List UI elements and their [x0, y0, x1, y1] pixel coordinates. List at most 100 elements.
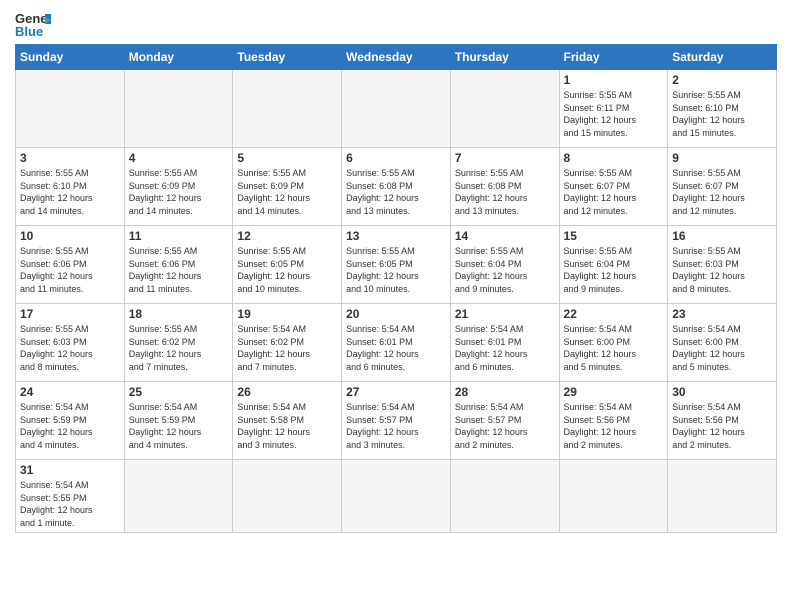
calendar-day-cell: 26 Sunrise: 5:54 AMSunset: 5:58 PMDayligh…	[233, 382, 342, 460]
day-info: Sunrise: 5:55 AMSunset: 6:05 PMDaylight:…	[237, 245, 337, 295]
calendar-day-cell	[450, 70, 559, 148]
day-number: 22	[564, 307, 664, 321]
day-info: Sunrise: 5:54 AMSunset: 5:59 PMDaylight:…	[129, 401, 229, 451]
calendar-day-cell: 21 Sunrise: 5:54 AMSunset: 6:01 PMDayligh…	[450, 304, 559, 382]
day-number: 24	[20, 385, 120, 399]
day-number: 25	[129, 385, 229, 399]
calendar-day-cell: 13Sunrise: 5:55 AMSunset: 6:05 PMDayligh…	[342, 226, 451, 304]
calendar-day-cell: 17 Sunrise: 5:55 AMSunset: 6:03 PMDayligh…	[16, 304, 125, 382]
day-info: Sunrise: 5:55 AMSunset: 6:07 PMDaylight:…	[672, 167, 772, 217]
day-info: Sunrise: 5:54 AMSunset: 5:57 PMDaylight:…	[455, 401, 555, 451]
day-number: 8	[564, 151, 664, 165]
calendar-day-cell: 30 Sunrise: 5:54 AMSunset: 5:56 PMDayligh…	[668, 382, 777, 460]
calendar-week-row: 24 Sunrise: 5:54 AMSunset: 5:59 PMDayligh…	[16, 382, 777, 460]
calendar-day-cell	[342, 460, 451, 533]
day-number: 27	[346, 385, 446, 399]
day-number: 21	[455, 307, 555, 321]
day-number: 10	[20, 229, 120, 243]
calendar-day-cell	[124, 70, 233, 148]
day-of-week-header: Friday	[559, 45, 668, 70]
calendar-week-row: 3 Sunrise: 5:55 AMSunset: 6:10 PMDaylight…	[16, 148, 777, 226]
day-of-week-header: Saturday	[668, 45, 777, 70]
day-info: Sunrise: 5:54 AMSunset: 6:02 PMDaylight:…	[237, 323, 337, 373]
header: General Blue	[15, 10, 777, 38]
calendar-day-cell	[450, 460, 559, 533]
calendar-day-cell	[16, 70, 125, 148]
calendar-day-cell: 23Sunrise: 5:54 AMSunset: 6:00 PMDayligh…	[668, 304, 777, 382]
day-info: Sunrise: 5:55 AMSunset: 6:11 PMDaylight:…	[564, 89, 664, 139]
calendar-week-row: 31Sunrise: 5:54 AMSunset: 5:55 PMDayligh…	[16, 460, 777, 533]
calendar-day-cell: 20 Sunrise: 5:54 AMSunset: 6:01 PMDayligh…	[342, 304, 451, 382]
calendar-day-cell	[233, 460, 342, 533]
calendar-day-cell: 25 Sunrise: 5:54 AMSunset: 5:59 PMDayligh…	[124, 382, 233, 460]
day-number: 12	[237, 229, 337, 243]
day-info: Sunrise: 5:55 AMSunset: 6:10 PMDaylight:…	[20, 167, 120, 217]
day-info: Sunrise: 5:54 AMSunset: 6:01 PMDaylight:…	[346, 323, 446, 373]
day-info: Sunrise: 5:55 AMSunset: 6:06 PMDaylight:…	[20, 245, 120, 295]
day-number: 11	[129, 229, 229, 243]
calendar-page: General Blue SundayMondayTuesdayWednesda…	[0, 0, 792, 543]
day-info: Sunrise: 5:54 AMSunset: 5:58 PMDaylight:…	[237, 401, 337, 451]
day-info: Sunrise: 5:55 AMSunset: 6:03 PMDaylight:…	[20, 323, 120, 373]
calendar-day-cell: 24 Sunrise: 5:54 AMSunset: 5:59 PMDayligh…	[16, 382, 125, 460]
day-number: 31	[20, 463, 120, 477]
day-number: 17	[20, 307, 120, 321]
day-number: 28	[455, 385, 555, 399]
day-number: 14	[455, 229, 555, 243]
day-number: 18	[129, 307, 229, 321]
day-number: 5	[237, 151, 337, 165]
calendar-day-cell: 5 Sunrise: 5:55 AMSunset: 6:09 PMDaylight…	[233, 148, 342, 226]
calendar-week-row: 10 Sunrise: 5:55 AMSunset: 6:06 PMDayligh…	[16, 226, 777, 304]
calendar-table: SundayMondayTuesdayWednesdayThursdayFrid…	[15, 44, 777, 533]
calendar-day-cell: 28 Sunrise: 5:54 AMSunset: 5:57 PMDayligh…	[450, 382, 559, 460]
day-number: 1	[564, 73, 664, 87]
day-number: 6	[346, 151, 446, 165]
day-info: Sunrise: 5:54 AMSunset: 5:57 PMDaylight:…	[346, 401, 446, 451]
calendar-day-cell: 2Sunrise: 5:55 AMSunset: 6:10 PMDaylight…	[668, 70, 777, 148]
day-number: 26	[237, 385, 337, 399]
logo: General Blue	[15, 10, 51, 38]
calendar-day-cell: 8 Sunrise: 5:55 AMSunset: 6:07 PMDaylight…	[559, 148, 668, 226]
day-info: Sunrise: 5:54 AMSunset: 5:59 PMDaylight:…	[20, 401, 120, 451]
calendar-day-cell	[342, 70, 451, 148]
calendar-week-row: 1 Sunrise: 5:55 AMSunset: 6:11 PMDaylight…	[16, 70, 777, 148]
day-number: 29	[564, 385, 664, 399]
day-number: 30	[672, 385, 772, 399]
day-info: Sunrise: 5:55 AMSunset: 6:02 PMDaylight:…	[129, 323, 229, 373]
day-of-week-header: Wednesday	[342, 45, 451, 70]
calendar-day-cell: 10 Sunrise: 5:55 AMSunset: 6:06 PMDayligh…	[16, 226, 125, 304]
day-info: Sunrise: 5:54 AMSunset: 6:00 PMDaylight:…	[564, 323, 664, 373]
calendar-day-cell: 9 Sunrise: 5:55 AMSunset: 6:07 PMDaylight…	[668, 148, 777, 226]
day-number: 15	[564, 229, 664, 243]
day-number: 9	[672, 151, 772, 165]
day-info: Sunrise: 5:55 AMSunset: 6:08 PMDaylight:…	[455, 167, 555, 217]
calendar-day-cell: 12 Sunrise: 5:55 AMSunset: 6:05 PMDayligh…	[233, 226, 342, 304]
day-of-week-header: Monday	[124, 45, 233, 70]
calendar-day-cell: 31Sunrise: 5:54 AMSunset: 5:55 PMDayligh…	[16, 460, 125, 533]
calendar-day-cell: 3 Sunrise: 5:55 AMSunset: 6:10 PMDaylight…	[16, 148, 125, 226]
day-info: Sunrise: 5:55 AMSunset: 6:09 PMDaylight:…	[237, 167, 337, 217]
day-info: Sunrise: 5:55 AMSunset: 6:07 PMDaylight:…	[564, 167, 664, 217]
day-info: Sunrise: 5:55 AMSunset: 6:05 PMDaylight:…	[346, 245, 446, 295]
day-number: 19	[237, 307, 337, 321]
day-info: Sunrise: 5:55 AMSunset: 6:04 PMDaylight:…	[455, 245, 555, 295]
day-number: 20	[346, 307, 446, 321]
calendar-day-cell: 1 Sunrise: 5:55 AMSunset: 6:11 PMDaylight…	[559, 70, 668, 148]
day-info: Sunrise: 5:54 AMSunset: 6:01 PMDaylight:…	[455, 323, 555, 373]
day-info: Sunrise: 5:54 AMSunset: 5:56 PMDaylight:…	[564, 401, 664, 451]
day-of-week-header: Tuesday	[233, 45, 342, 70]
day-info: Sunrise: 5:55 AMSunset: 6:04 PMDaylight:…	[564, 245, 664, 295]
day-info: Sunrise: 5:54 AMSunset: 5:56 PMDaylight:…	[672, 401, 772, 451]
day-number: 23	[672, 307, 772, 321]
day-info: Sunrise: 5:55 AMSunset: 6:06 PMDaylight:…	[129, 245, 229, 295]
calendar-day-cell	[124, 460, 233, 533]
day-number: 2	[672, 73, 772, 87]
day-number: 3	[20, 151, 120, 165]
calendar-day-cell: 18 Sunrise: 5:55 AMSunset: 6:02 PMDayligh…	[124, 304, 233, 382]
calendar-day-cell: 15 Sunrise: 5:55 AMSunset: 6:04 PMDayligh…	[559, 226, 668, 304]
calendar-week-row: 17 Sunrise: 5:55 AMSunset: 6:03 PMDayligh…	[16, 304, 777, 382]
calendar-day-cell: 29 Sunrise: 5:54 AMSunset: 5:56 PMDayligh…	[559, 382, 668, 460]
general-blue-logo-icon: General Blue	[15, 10, 51, 38]
calendar-day-cell: 22 Sunrise: 5:54 AMSunset: 6:00 PMDayligh…	[559, 304, 668, 382]
day-of-week-header: Sunday	[16, 45, 125, 70]
